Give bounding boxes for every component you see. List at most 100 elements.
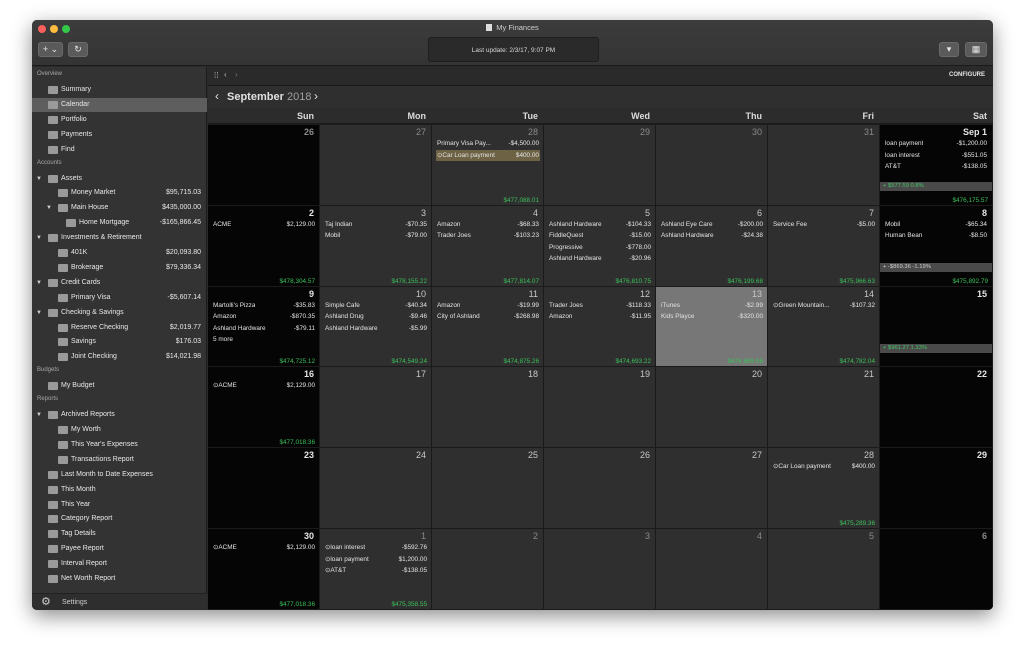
- sidebar-item-summary[interactable]: Summary: [32, 83, 207, 97]
- calendar-day-cell[interactable]: 5: [768, 529, 880, 610]
- inbox-button[interactable]: ▾: [939, 42, 959, 57]
- disclosure-triangle-icon[interactable]: ▼: [36, 306, 42, 320]
- calendar-day-cell[interactable]: 21: [768, 367, 880, 449]
- transaction-row[interactable]: ⊙ACME $2,129.00: [212, 380, 316, 391]
- calendar-day-cell[interactable]: 31: [768, 125, 880, 206]
- transaction-row[interactable]: ⊙Green Mountain... -$107.32: [772, 300, 876, 311]
- calendar-day-cell[interactable]: 6: [880, 529, 993, 610]
- transaction-row[interactable]: 5 more: [212, 334, 316, 345]
- sidebar-item-money-market[interactable]: Money Market $95,715.03: [32, 186, 207, 200]
- calendar-day-cell[interactable]: Sep 1 loan payment -$1,200.00 loan interest…: [880, 125, 993, 206]
- transaction-row[interactable]: Ashland Hardware -$104.33: [548, 219, 652, 230]
- transaction-row[interactable]: Ashland Drug -$9.46: [324, 311, 428, 322]
- calendar-day-cell[interactable]: 9 Martolli's Pizza -$35.83 Amazon -$870.35 As…: [208, 286, 320, 368]
- transaction-row[interactable]: Simple Cafe -$40.34: [324, 300, 428, 311]
- sidebar-item-this-year-s-expenses[interactable]: This Year's Expenses: [32, 438, 207, 452]
- add-button[interactable]: + ⌄: [38, 42, 63, 57]
- transaction-row[interactable]: Trader Joes -$118.33: [548, 300, 652, 311]
- calendar-day-cell[interactable]: 24: [320, 448, 432, 529]
- transaction-row[interactable]: Trader Joes -$103.23: [436, 230, 540, 241]
- calendar-day-cell[interactable]: 11 Amazon -$19.99 City of Ashland -$268.98 $4…: [432, 286, 544, 368]
- transaction-row[interactable]: ⊙Car Loan payment $400.00: [436, 149, 540, 161]
- calendar-day-cell[interactable]: 6 Ashland Eye Care -$200.00 Ashland Hardwar…: [656, 205, 768, 287]
- transaction-row[interactable]: Ashland Hardware -$79.11: [212, 323, 316, 334]
- calendar-day-cell[interactable]: 30 ⊙ACME $2,129.00 $477,018.36: [208, 529, 320, 610]
- transaction-row[interactable]: Primary Visa Pay... -$4,500.00: [436, 138, 540, 149]
- transaction-row[interactable]: ⊙loan payment $1,200.00: [324, 554, 428, 565]
- calendar-day-cell[interactable]: 12 Trader Joes -$118.33 Amazon -$11.95 $474,6…: [544, 286, 656, 368]
- transaction-row[interactable]: loan interest -$551.05: [884, 150, 988, 161]
- calendar-day-cell[interactable]: 3 Taj Indian -$70.35 Mobil -$79.00 $478,155.2…: [320, 205, 432, 287]
- calendar-day-cell[interactable]: 16 ⊙ACME $2,129.00 $477,018.36: [208, 367, 320, 449]
- calendar-day-cell[interactable]: 10 Simple Cafe -$40.34 Ashland Drug -$9.46 As…: [320, 286, 432, 368]
- sidebar-item-this-month[interactable]: This Month: [32, 483, 207, 497]
- sidebar-item-main-house[interactable]: ▼ Main House $435,000.00: [32, 201, 207, 215]
- transaction-row[interactable]: Amazon -$19.99: [436, 300, 540, 311]
- sidebar-item-reserve-checking[interactable]: Reserve Checking $2,019.77: [32, 321, 207, 335]
- sidebar-item-my-budget[interactable]: My Budget: [32, 379, 207, 393]
- next-month-button[interactable]: ›: [314, 89, 318, 103]
- disclosure-triangle-icon[interactable]: ▼: [36, 231, 42, 245]
- calendar-day-cell[interactable]: 15 + $961.27 1.33%: [880, 286, 993, 368]
- transaction-row[interactable]: Amazon -$68.33: [436, 219, 540, 230]
- calendar-day-cell[interactable]: 20: [656, 367, 768, 449]
- disclosure-triangle-icon[interactable]: ▼: [36, 408, 42, 422]
- sidebar-item-this-year[interactable]: This Year: [32, 498, 207, 512]
- sidebar-item-last-month-to-date-expenses[interactable]: Last Month to Date Expenses: [32, 468, 207, 482]
- sidebar-item-primary-visa[interactable]: Primary Visa -$5,607.14: [32, 291, 207, 305]
- calendar-day-cell[interactable]: 18: [432, 367, 544, 449]
- sidebar-item-401k[interactable]: 401K $20,093.80: [32, 246, 207, 260]
- transaction-row[interactable]: Amazon -$11.95: [548, 311, 652, 322]
- calendar-day-cell[interactable]: 23: [208, 448, 320, 529]
- transaction-row[interactable]: Mobil -$79.00: [324, 230, 428, 241]
- sidebar-item-credit-cards[interactable]: ▼ Credit Cards: [32, 276, 207, 290]
- transaction-row[interactable]: FiddleQuest -$15.00: [548, 230, 652, 241]
- disclosure-triangle-icon[interactable]: ▼: [36, 172, 42, 186]
- transaction-row[interactable]: loan payment -$1,200.00: [884, 138, 988, 149]
- calendar-day-cell[interactable]: 29: [544, 125, 656, 206]
- sidebar-item-payments[interactable]: Payments: [32, 128, 207, 142]
- sidebar-item-portfolio[interactable]: Portfolio: [32, 113, 207, 127]
- transaction-row[interactable]: ⊙loan interest -$592.76: [324, 542, 428, 553]
- transaction-row[interactable]: ⊙AT&T -$138.05: [324, 565, 428, 576]
- transaction-row[interactable]: City of Ashland -$268.98: [436, 311, 540, 322]
- calendar-day-cell[interactable]: 30: [656, 125, 768, 206]
- previous-month-button[interactable]: ‹: [215, 89, 219, 103]
- transaction-row[interactable]: Ashland Eye Care -$200.00: [660, 219, 764, 230]
- transaction-row[interactable]: Amazon -$870.35: [212, 311, 316, 322]
- calendar-day-cell[interactable]: 13 iTunes -$2.99 Kids Playce -$320.00 $474,68…: [656, 286, 768, 368]
- sidebar-item-category-report[interactable]: Category Report: [32, 512, 207, 526]
- sidebar-item-tag-details[interactable]: Tag Details: [32, 527, 207, 541]
- dashboard-button[interactable]: ▦: [965, 42, 987, 57]
- sidebar-item-transactions-report[interactable]: Transactions Report: [32, 453, 207, 467]
- calendar-day-cell[interactable]: 4 Amazon -$68.33 Trader Joes -$103.23 $477,81…: [432, 205, 544, 287]
- calendar-day-cell[interactable]: 5 Ashland Hardware -$104.33 FiddleQuest -$15…: [544, 205, 656, 287]
- calendar-day-cell[interactable]: 22: [880, 367, 993, 449]
- transaction-row[interactable]: iTunes -$2.99: [660, 300, 764, 311]
- calendar-day-cell[interactable]: 3: [544, 529, 656, 610]
- disclosure-triangle-icon[interactable]: ▼: [46, 201, 52, 215]
- transaction-row[interactable]: ⊙ACME $2,129.00: [212, 542, 316, 553]
- settings-button[interactable]: ⚙ Settings: [32, 593, 207, 610]
- calendar-day-cell[interactable]: 28 Primary Visa Pay... -$4,500.00 ⊙Car Loan…: [432, 125, 544, 206]
- transaction-row[interactable]: Ashland Hardware -$24.38: [660, 230, 764, 241]
- back-arrow-icon[interactable]: ‹: [224, 70, 227, 79]
- calendar-day-cell[interactable]: 28 ⊙Car Loan payment $400.00 $475,289.36: [768, 448, 880, 529]
- sidebar-item-savings[interactable]: Savings $176.03: [32, 335, 207, 349]
- sidebar-item-checking-savings[interactable]: ▼ Checking & Savings: [32, 306, 207, 320]
- calendar-day-cell[interactable]: 19: [544, 367, 656, 449]
- grid-handle-icon[interactable]: ⁞⁞: [214, 71, 218, 80]
- calendar-day-cell[interactable]: 14 ⊙Green Mountain... -$107.32 $474,782.04: [768, 286, 880, 368]
- transaction-row[interactable]: Ashland Hardware -$20.96: [548, 253, 652, 264]
- calendar-day-cell[interactable]: 17: [320, 367, 432, 449]
- sidebar-item-brokerage[interactable]: Brokerage $79,336.34: [32, 261, 207, 275]
- sidebar-item-interval-report[interactable]: Interval Report: [32, 557, 207, 571]
- sidebar-item-payee-report[interactable]: Payee Report: [32, 542, 207, 556]
- calendar-day-cell[interactable]: 1 ⊙loan interest -$592.76 ⊙loan payment $1,2…: [320, 529, 432, 610]
- configure-button[interactable]: CONFIGURE: [949, 72, 985, 78]
- calendar-day-cell[interactable]: 26: [544, 448, 656, 529]
- transaction-row[interactable]: Kids Playce -$320.00: [660, 311, 764, 322]
- sidebar-item-joint-checking[interactable]: Joint Checking $14,021.98: [32, 350, 207, 364]
- sidebar-item-find[interactable]: Find: [32, 143, 207, 157]
- calendar-day-cell[interactable]: 26: [208, 125, 320, 206]
